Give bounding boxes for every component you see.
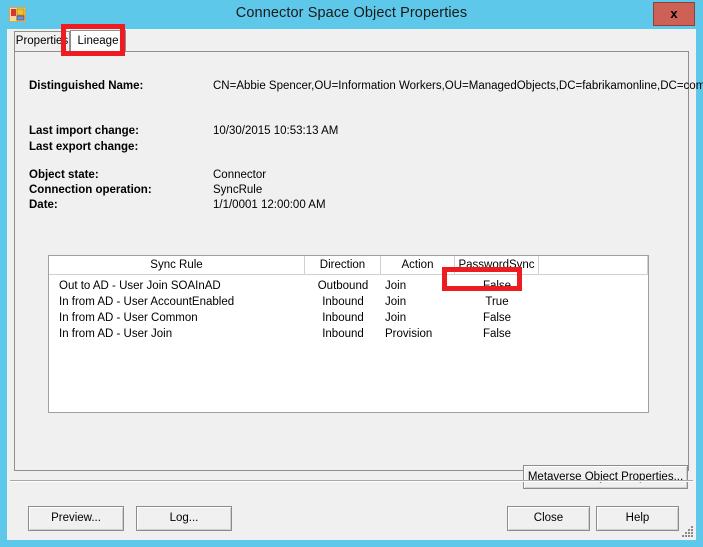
table-row[interactable]: In from AD - User AccountEnabled Inbound… [49, 294, 648, 310]
sync-rule-table-header: Sync Rule Direction Action PasswordSync [49, 256, 648, 275]
connection-operation-value: SyncRule [213, 184, 263, 196]
last-import-change-label: Last import change: [29, 125, 139, 137]
cell-action: Join [385, 280, 407, 292]
cell-action: Join [385, 296, 407, 308]
last-export-change-label: Last export change: [29, 141, 139, 153]
dialog-client-area: Properties Lineage Distinguished Name: C… [7, 29, 703, 540]
object-state-label: Object state: [29, 169, 99, 181]
cell-sync-rule: In from AD - User Join [59, 328, 173, 340]
screenshot-root: Connector Space Object Properties x Prop… [0, 0, 703, 547]
title-bar: Connector Space Object Properties x [0, 0, 703, 29]
dialog-window: Connector Space Object Properties x Prop… [0, 0, 703, 547]
window-title: Connector Space Object Properties [235, 5, 468, 21]
log-button[interactable]: Log... [136, 506, 232, 531]
cell-password-sync: False [482, 328, 512, 340]
tab-strip: Properties Lineage [14, 30, 689, 52]
cell-action: Join [385, 312, 407, 324]
column-header-filler [539, 256, 648, 274]
resize-grip-icon[interactable] [680, 524, 694, 538]
cell-password-sync-highlighted: True [485, 296, 509, 308]
distinguished-name-label: Distinguished Name: [29, 80, 144, 92]
help-button[interactable]: Help [596, 506, 679, 531]
distinguished-name-value: CN=Abbie Spencer,OU=Information Workers,… [213, 80, 703, 92]
column-header-action[interactable]: Action [381, 256, 455, 274]
lineage-tab-panel: Distinguished Name: CN=Abbie Spencer,OU=… [14, 51, 703, 489]
cell-sync-rule: In from AD - User Common [59, 312, 198, 324]
date-label: Date: [29, 199, 58, 211]
preview-button[interactable]: Preview... [28, 506, 124, 531]
cell-password-sync: False [482, 312, 512, 324]
date-value: 1/1/0001 12:00:00 AM [213, 199, 326, 211]
table-row[interactable]: Out to AD - User Join SOAInAD Outbound J… [49, 278, 648, 294]
table-row[interactable]: In from AD - User Common Inbound Join Fa… [49, 310, 648, 326]
close-window-button[interactable]: x [653, 2, 695, 26]
column-header-direction[interactable]: Direction [305, 256, 381, 274]
table-row[interactable]: In from AD - User Join Inbound Provision… [49, 326, 648, 342]
cell-sync-rule: Out to AD - User Join SOAInAD [59, 280, 221, 292]
cell-direction: Inbound [322, 312, 364, 324]
connection-operation-label: Connection operation: [29, 184, 152, 196]
footer-divider [10, 480, 693, 482]
tab-lineage[interactable]: Lineage [70, 30, 126, 52]
cell-direction: Inbound [322, 328, 364, 340]
sync-rule-list[interactable]: Sync Rule Direction Action PasswordSync … [48, 255, 649, 413]
cell-direction: Inbound [322, 296, 364, 308]
column-header-sync-rule[interactable]: Sync Rule [49, 256, 305, 274]
column-header-password-sync[interactable]: PasswordSync [455, 256, 539, 274]
tab-properties[interactable]: Properties [14, 31, 70, 52]
cell-password-sync: False [482, 280, 512, 292]
last-import-change-value: 10/30/2015 10:53:13 AM [213, 125, 339, 137]
cell-sync-rule: In from AD - User AccountEnabled [59, 296, 235, 308]
cell-direction: Outbound [317, 280, 369, 292]
close-button[interactable]: Close [507, 506, 590, 531]
cell-action: Provision [385, 328, 433, 340]
object-state-value: Connector [213, 169, 267, 181]
metaverse-object-properties-button[interactable]: Metaverse Object Properties... [523, 465, 688, 489]
